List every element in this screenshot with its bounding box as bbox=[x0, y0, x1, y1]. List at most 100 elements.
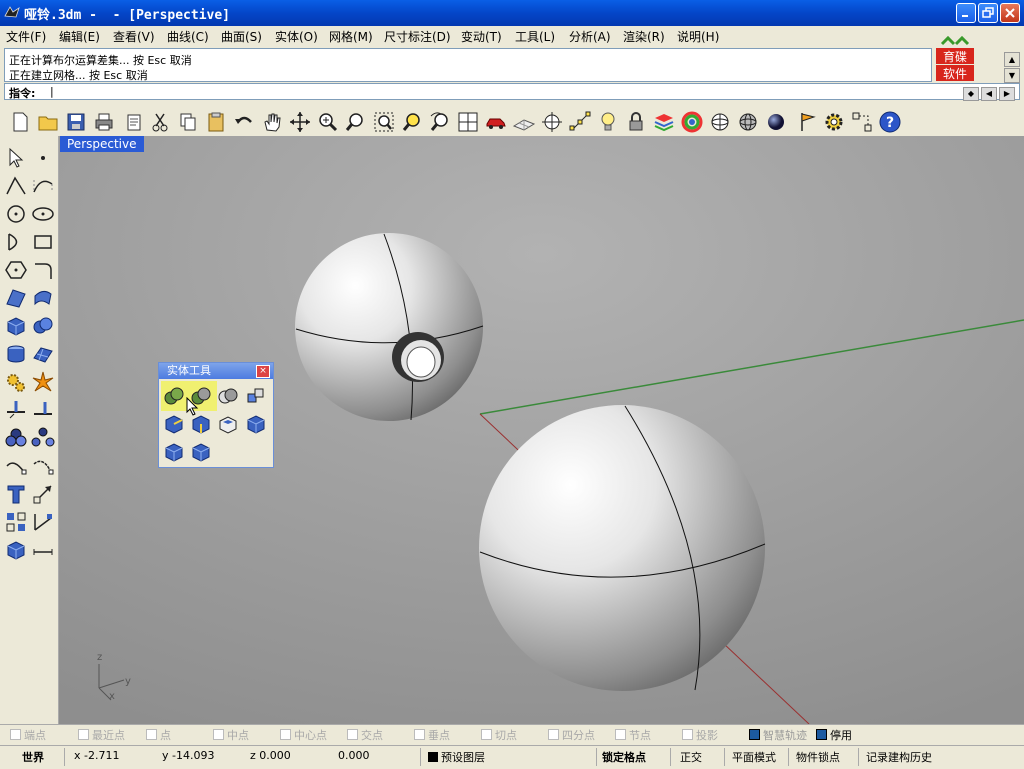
menu-curve[interactable]: 曲线(C) bbox=[167, 28, 209, 45]
target-view-icon[interactable] bbox=[540, 110, 564, 134]
undo-view-icon[interactable] bbox=[428, 110, 452, 134]
scale-icon[interactable] bbox=[31, 482, 55, 506]
menu-analyze[interactable]: 分析(A) bbox=[569, 28, 611, 45]
checkbox-icon[interactable] bbox=[615, 729, 626, 740]
grid-snap-toggle[interactable]: 锁定格点 bbox=[602, 749, 646, 765]
menu-render[interactable]: 渲染(R) bbox=[623, 28, 665, 45]
wireframe-shade-icon[interactable] bbox=[708, 110, 732, 134]
menu-transform[interactable]: 变动(T) bbox=[461, 28, 502, 45]
curve-edit-icon[interactable] bbox=[4, 454, 28, 478]
solid-edit-icon[interactable] bbox=[163, 441, 185, 463]
polyline-icon[interactable] bbox=[4, 174, 28, 198]
checkbox-icon[interactable] bbox=[10, 729, 21, 740]
save-icon[interactable] bbox=[64, 110, 88, 134]
select-arrow-icon[interactable] bbox=[4, 146, 28, 170]
text-icon[interactable] bbox=[4, 482, 28, 506]
checkbox-icon[interactable] bbox=[146, 729, 157, 740]
shaded-wire-icon[interactable] bbox=[736, 110, 760, 134]
render-sphere-icon[interactable] bbox=[764, 110, 788, 134]
current-layer[interactable]: 预设图层 bbox=[428, 749, 485, 765]
menu-edit[interactable]: 编辑(E) bbox=[59, 28, 100, 45]
snap-center[interactable]: 中心点 bbox=[280, 727, 327, 743]
checkbox-icon[interactable] bbox=[548, 729, 559, 740]
curve-points-icon[interactable] bbox=[31, 454, 55, 478]
polygon-icon[interactable] bbox=[4, 258, 28, 282]
left-arrow-icon[interactable]: ◀ bbox=[981, 87, 997, 101]
boolean-spheres-icon[interactable] bbox=[31, 314, 55, 338]
snap-near[interactable]: 最近点 bbox=[78, 727, 125, 743]
viewport-title-tab[interactable]: Perspective bbox=[60, 136, 144, 152]
close-button[interactable] bbox=[1000, 3, 1020, 23]
ellipse-icon[interactable] bbox=[31, 202, 55, 226]
spin-icon[interactable]: ◆ bbox=[963, 87, 979, 101]
checkbox-icon[interactable] bbox=[280, 729, 291, 740]
zoom-window-icon[interactable] bbox=[344, 110, 368, 134]
paste-icon[interactable] bbox=[204, 110, 228, 134]
zoom-extents-icon[interactable] bbox=[372, 110, 396, 134]
menu-file[interactable]: 文件(F) bbox=[6, 28, 46, 45]
box-edit-icon[interactable] bbox=[245, 413, 267, 435]
mesh-plane-icon[interactable] bbox=[31, 342, 55, 366]
checkbox-icon[interactable] bbox=[481, 729, 492, 740]
menu-mesh[interactable]: 网格(M) bbox=[329, 28, 373, 45]
four-viewports-icon[interactable] bbox=[456, 110, 480, 134]
restore-button[interactable] bbox=[978, 3, 998, 23]
cplane-world[interactable]: 世界 bbox=[22, 749, 44, 765]
planar-toggle[interactable]: 平面模式 bbox=[732, 749, 776, 765]
cylinder-icon[interactable] bbox=[4, 342, 28, 366]
record-history-toggle[interactable]: 记录建构历史 bbox=[866, 749, 932, 765]
help-icon[interactable]: ? bbox=[878, 110, 902, 134]
snap-mid[interactable]: 中点 bbox=[213, 727, 249, 743]
options-gear-icon[interactable] bbox=[822, 110, 846, 134]
shell-icon[interactable] bbox=[217, 413, 239, 435]
array-icon[interactable] bbox=[4, 510, 28, 534]
surface-loft-icon[interactable] bbox=[31, 286, 55, 310]
solid-tools-titlebar[interactable]: 实体工具 × bbox=[159, 363, 273, 379]
scroll-down-icon[interactable]: ▼ bbox=[1004, 68, 1020, 83]
rectangle-icon[interactable] bbox=[31, 230, 55, 254]
rotate-view-icon[interactable] bbox=[288, 110, 312, 134]
snap-tangent[interactable]: 切点 bbox=[481, 727, 517, 743]
right-arrow-icon[interactable]: ▶ bbox=[999, 87, 1015, 101]
undo-icon[interactable] bbox=[232, 110, 256, 134]
checkbox-icon[interactable] bbox=[749, 729, 760, 740]
sphere-with-hole[interactable] bbox=[295, 233, 484, 421]
snap-disable[interactable]: 停用 bbox=[816, 727, 852, 743]
light-bulb-icon[interactable] bbox=[596, 110, 620, 134]
split-icon[interactable] bbox=[31, 398, 55, 422]
construction-plane-icon[interactable] bbox=[512, 110, 536, 134]
dimension-icon[interactable] bbox=[31, 510, 55, 534]
point-icon[interactable] bbox=[31, 146, 55, 170]
surface-corner-icon[interactable] bbox=[4, 286, 28, 310]
boolean-union-icon[interactable] bbox=[163, 385, 185, 407]
checkbox-icon[interactable] bbox=[78, 729, 89, 740]
group-icon[interactable] bbox=[4, 426, 28, 450]
ortho-toggle[interactable]: 正交 bbox=[680, 749, 702, 765]
fillet-curve-icon[interactable] bbox=[31, 258, 55, 282]
ungroup-icon[interactable] bbox=[31, 426, 55, 450]
car-icon[interactable] bbox=[484, 110, 508, 134]
lock-icon[interactable] bbox=[624, 110, 648, 134]
gears-icon[interactable] bbox=[4, 370, 28, 394]
grid-snap-icon[interactable] bbox=[850, 110, 874, 134]
menu-tools[interactable]: 工具(L) bbox=[515, 28, 555, 45]
extract-surface-icon[interactable] bbox=[163, 413, 185, 435]
explode-icon[interactable] bbox=[31, 370, 55, 394]
zoom-selected-icon[interactable] bbox=[400, 110, 424, 134]
boolean-split-icon[interactable] bbox=[245, 385, 267, 407]
menu-surface[interactable]: 曲面(S) bbox=[221, 28, 262, 45]
checkbox-icon[interactable] bbox=[213, 729, 224, 740]
menu-view[interactable]: 查看(V) bbox=[113, 28, 155, 45]
osnap-toggle[interactable]: 物件锁点 bbox=[796, 749, 840, 765]
boolean-intersection-icon[interactable] bbox=[217, 385, 239, 407]
command-line[interactable]: 指令: | ◆ ◀ ▶ bbox=[4, 83, 1020, 101]
trim-icon[interactable] bbox=[4, 398, 28, 422]
snap-point[interactable]: 点 bbox=[146, 727, 171, 743]
zoom-icon[interactable] bbox=[316, 110, 340, 134]
snap-quad[interactable]: 四分点 bbox=[548, 727, 595, 743]
checkbox-icon[interactable] bbox=[347, 729, 358, 740]
menu-dimension[interactable]: 尺寸标注(D) bbox=[384, 28, 451, 45]
snap-smarttrack[interactable]: 智慧轨迹 bbox=[749, 727, 807, 743]
solid-move-face-icon[interactable] bbox=[190, 441, 212, 463]
circle-icon[interactable] bbox=[4, 202, 28, 226]
